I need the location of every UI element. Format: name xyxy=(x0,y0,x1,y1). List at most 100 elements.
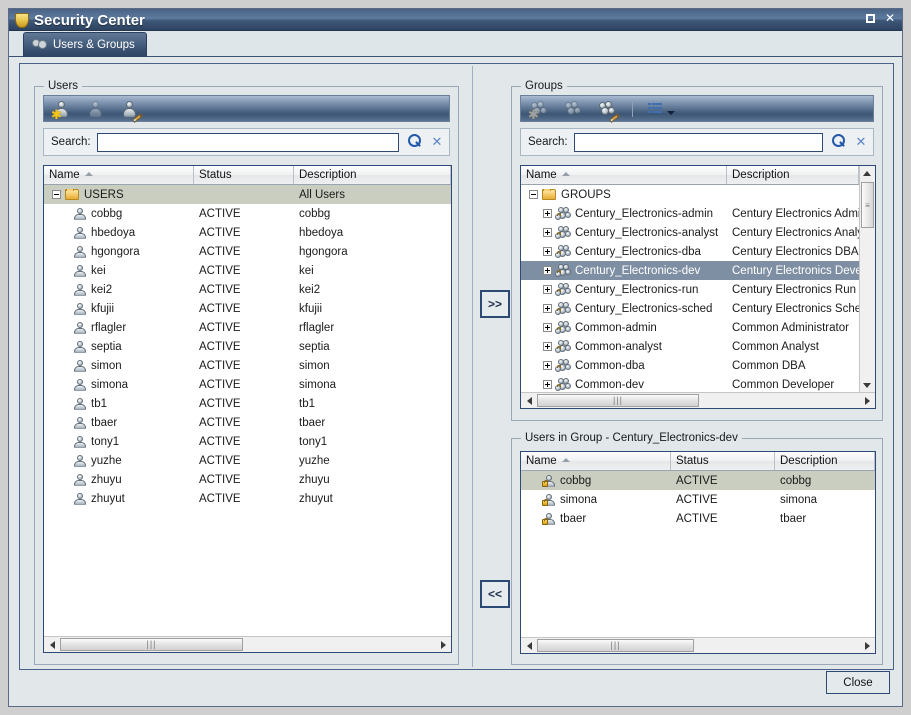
table-row[interactable]: tbaer ACTIVE tbaer xyxy=(44,413,451,432)
table-row[interactable]: cobbg ACTIVE cobbg xyxy=(521,471,875,490)
table-row[interactable]: USERS All Users xyxy=(44,185,451,204)
table-row[interactable]: cobbg ACTIVE cobbg xyxy=(44,204,451,223)
collapse-icon[interactable] xyxy=(52,190,61,199)
uig-table-body: cobbg ACTIVE cobbg simona ACTIVE simona tbaer A… xyxy=(521,471,875,637)
groups-hscrollbar[interactable]: ||| xyxy=(521,392,875,408)
uig-col-name[interactable]: Name xyxy=(521,452,671,470)
groups-hscroll-right[interactable] xyxy=(859,393,875,408)
close-icon[interactable]: ✕ xyxy=(885,12,895,24)
groups-vscroll-down[interactable] xyxy=(860,378,874,392)
table-row[interactable]: Common-admin Common Administrator xyxy=(521,318,859,337)
uig-col-status[interactable]: Status xyxy=(671,452,775,470)
users-search-row: Search: ✕ xyxy=(43,128,450,156)
users-hscroll-thumb[interactable]: ||| xyxy=(60,638,243,651)
table-row[interactable]: GROUPS xyxy=(521,185,859,204)
expand-icon[interactable] xyxy=(543,361,552,370)
cell-name: Century_Electronics-run xyxy=(575,283,699,296)
expand-icon[interactable] xyxy=(543,323,552,332)
expand-icon[interactable] xyxy=(543,285,552,294)
expand-icon[interactable] xyxy=(543,304,552,313)
groups-vscroll-thumb[interactable]: ≡ xyxy=(861,182,874,228)
uig-hscroll-thumb[interactable]: ||| xyxy=(537,639,694,652)
table-row[interactable]: Common-dev Common Developer xyxy=(521,375,859,392)
user-icon xyxy=(542,512,555,525)
table-row[interactable]: Century_Electronics-admin Century Electro… xyxy=(521,204,859,223)
groups-col-name[interactable]: Name xyxy=(521,166,727,184)
expand-icon[interactable] xyxy=(543,228,552,237)
table-row[interactable]: tb1 ACTIVE tb1 xyxy=(44,394,451,413)
table-row[interactable]: kfujii ACTIVE kfujii xyxy=(44,299,451,318)
uig-col-description[interactable]: Description xyxy=(775,452,875,470)
sort-asc-icon xyxy=(84,172,93,176)
lock-icon xyxy=(555,212,561,220)
expand-icon[interactable] xyxy=(543,209,552,218)
maximize-icon[interactable] xyxy=(865,13,875,23)
groups-vscrollbar[interactable]: ≡ xyxy=(859,166,875,392)
remove-from-group-button[interactable]: << xyxy=(480,580,510,608)
table-row[interactable]: simona ACTIVE simona xyxy=(44,375,451,394)
add-user-button[interactable]: ✱ xyxy=(50,98,74,122)
groups-vscroll-up[interactable] xyxy=(860,166,874,180)
table-row[interactable]: Common-dba Common DBA xyxy=(521,356,859,375)
table-row[interactable]: zhuyut ACTIVE zhuyut xyxy=(44,489,451,508)
cell-name: Century_Electronics-sched xyxy=(575,302,713,315)
add-to-group-button[interactable]: >> xyxy=(480,290,510,318)
expand-icon[interactable] xyxy=(543,247,552,256)
collapse-icon[interactable] xyxy=(529,190,538,199)
search-icon[interactable] xyxy=(405,133,423,151)
delete-group-button[interactable] xyxy=(561,98,585,120)
table-row[interactable]: Century_Electronics-dev Century Electroni… xyxy=(521,261,859,280)
table-row[interactable]: simona ACTIVE simona xyxy=(521,490,875,509)
table-row[interactable]: Century_Electronics-dba Century Electroni… xyxy=(521,242,859,261)
users-col-description[interactable]: Description xyxy=(294,166,451,184)
users-hscroll-left[interactable] xyxy=(44,637,60,652)
table-row[interactable]: hbedoya ACTIVE hbedoya xyxy=(44,223,451,242)
table-row[interactable]: Century_Electronics-analyst Century Elect… xyxy=(521,223,859,242)
table-row[interactable]: Century_Electronics-run Century Electroni… xyxy=(521,280,859,299)
uig-hscrollbar[interactable]: ||| xyxy=(521,637,875,653)
table-row[interactable]: kei ACTIVE kei xyxy=(44,261,451,280)
cell-name: simona xyxy=(91,378,129,391)
expand-icon[interactable] xyxy=(543,342,552,351)
groups-search-input[interactable] xyxy=(573,132,823,152)
expand-icon[interactable] xyxy=(543,266,552,275)
cell-status: ACTIVE xyxy=(199,397,241,410)
table-row[interactable]: simon ACTIVE simon xyxy=(44,356,451,375)
group-icon xyxy=(555,245,571,258)
users-hscroll-right[interactable] xyxy=(435,637,451,652)
view-options-button[interactable] xyxy=(646,98,676,120)
clear-search-icon[interactable]: ✕ xyxy=(853,134,869,150)
users-col-name[interactable]: Name xyxy=(44,166,194,184)
groups-hscroll-thumb[interactable]: ||| xyxy=(537,394,699,407)
clear-search-icon[interactable]: ✕ xyxy=(429,134,445,150)
search-icon[interactable] xyxy=(829,133,847,151)
edit-group-button[interactable] xyxy=(595,98,621,123)
table-row[interactable]: tony1 ACTIVE tony1 xyxy=(44,432,451,451)
groups-hscroll-left[interactable] xyxy=(521,393,537,408)
delete-user-button[interactable] xyxy=(84,98,108,120)
table-row[interactable]: septia ACTIVE septia xyxy=(44,337,451,356)
table-row[interactable]: Common-analyst Common Analyst xyxy=(521,337,859,356)
expand-icon[interactable] xyxy=(543,380,552,389)
uig-hscroll-left[interactable] xyxy=(521,638,537,653)
cell-name: tb1 xyxy=(91,397,107,410)
table-row[interactable]: Century_Electronics-sched Century Electro… xyxy=(521,299,859,318)
table-row[interactable]: rflagler ACTIVE rflagler xyxy=(44,318,451,337)
table-row[interactable]: kei2 ACTIVE kei2 xyxy=(44,280,451,299)
groups-col-description[interactable]: Description xyxy=(727,166,859,184)
edit-user-button[interactable] xyxy=(118,98,144,123)
users-search-input[interactable] xyxy=(96,132,399,152)
add-group-button[interactable]: ✱ xyxy=(527,98,551,121)
add-star-icon: ✱ xyxy=(51,106,62,122)
cell-description: simona xyxy=(780,493,818,506)
table-row[interactable]: yuzhe ACTIVE yuzhe xyxy=(44,451,451,470)
table-row[interactable]: zhuyu ACTIVE zhuyu xyxy=(44,470,451,489)
users-hscrollbar[interactable]: ||| xyxy=(44,636,451,652)
table-row[interactable]: tbaer ACTIVE tbaer xyxy=(521,509,875,528)
uig-hscroll-right[interactable] xyxy=(859,638,875,653)
close-button[interactable]: Close xyxy=(826,671,890,694)
table-row[interactable]: hgongora ACTIVE hgongora xyxy=(44,242,451,261)
users-col-status[interactable]: Status xyxy=(194,166,294,184)
cell-status: ACTIVE xyxy=(199,302,241,315)
tab-users-groups[interactable]: Users & Groups xyxy=(23,32,147,57)
